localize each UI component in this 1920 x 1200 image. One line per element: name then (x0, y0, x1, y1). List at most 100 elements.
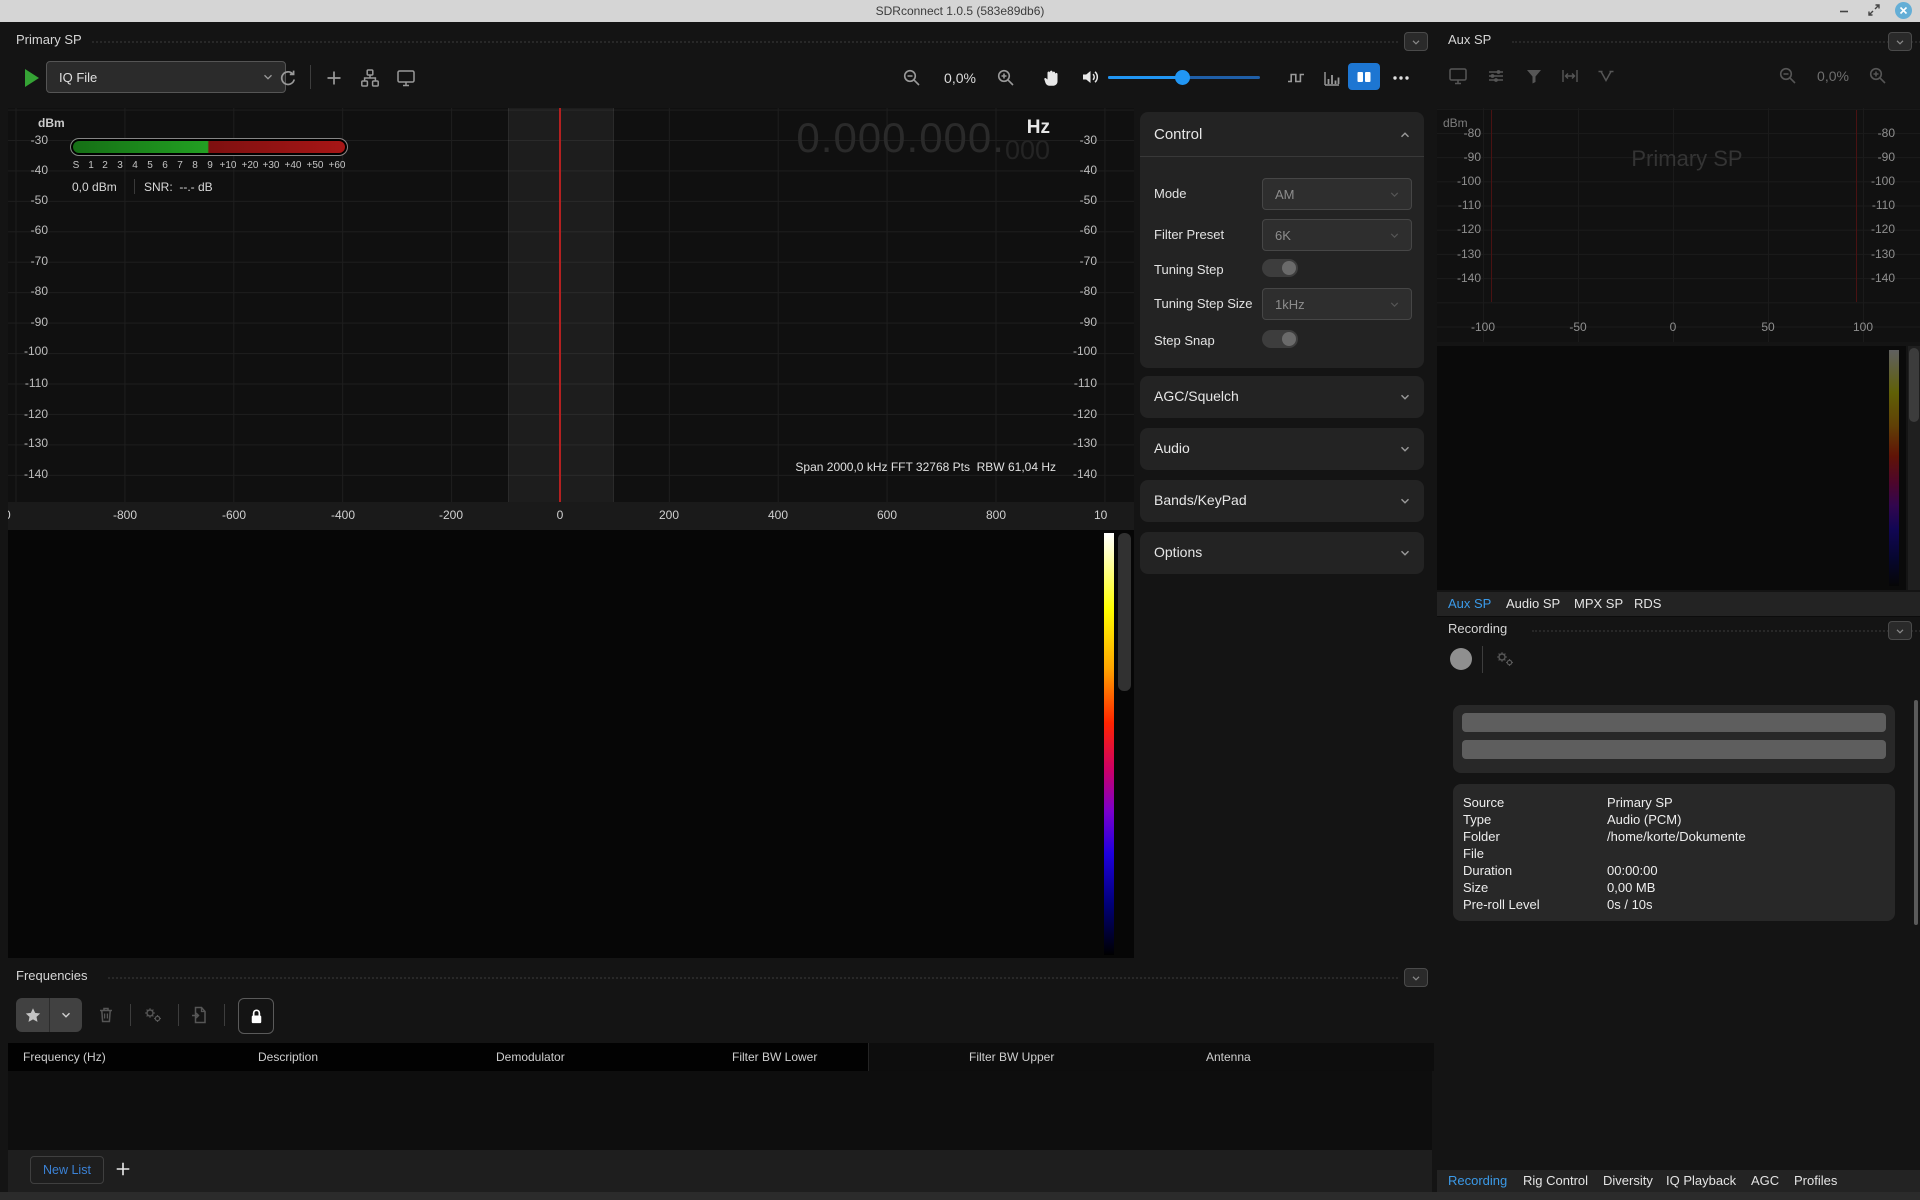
tab-rig-control[interactable]: Rig Control (1523, 1173, 1588, 1188)
refresh-button[interactable] (278, 68, 298, 88)
maximize-button[interactable] (1866, 2, 1882, 18)
record-button[interactable] (1450, 648, 1472, 670)
step-snap-toggle[interactable] (1262, 330, 1298, 348)
aux-span-button[interactable] (1560, 66, 1580, 86)
aux-settings-button[interactable] (1486, 66, 1506, 86)
tab-mpx-sp[interactable]: MPX SP (1574, 596, 1623, 611)
frequencies-collapse-button[interactable] (1404, 968, 1428, 987)
tab-audio-sp[interactable]: Audio SP (1506, 596, 1560, 611)
aux-scrollbar-track[interactable] (1908, 346, 1920, 590)
waveform-icon (1286, 68, 1306, 88)
filter-preset-label: Filter Preset (1154, 227, 1224, 242)
audio-section[interactable]: Audio (1140, 428, 1424, 470)
network-button[interactable] (360, 68, 380, 88)
filter-preset-select[interactable]: 6K (1262, 219, 1412, 251)
mode-select[interactable]: AM (1262, 178, 1412, 210)
tuning-step-size-select[interactable]: 1kHz (1262, 288, 1412, 320)
split-columns-icon (1354, 67, 1374, 87)
aux-zoom-in-button[interactable] (1868, 66, 1888, 86)
source-select[interactable]: IQ File (46, 61, 286, 93)
s-meter: S 1 2 3 4 5 6 7 8 9 +10 +20 +30 +40 +50 … (56, 136, 356, 206)
frequency-ruler[interactable]: 00 -800 -600 -400 -200 0 200 400 600 800… (8, 502, 1134, 530)
column-header[interactable]: Filter BW Lower (732, 1050, 817, 1064)
control-collapse-button[interactable] (1398, 128, 1412, 142)
tab-rds[interactable]: RDS (1634, 596, 1661, 611)
pan-button[interactable] (1042, 66, 1064, 88)
favorite-split-button[interactable] (16, 998, 82, 1032)
lock-icon (247, 1007, 266, 1026)
primary-sp-collapse-button[interactable] (1404, 32, 1428, 51)
zoom-in-button[interactable] (996, 68, 1016, 88)
add-list-button[interactable] (114, 1160, 132, 1178)
frequency-display[interactable]: 0.000.000. Hz 000 (796, 114, 1050, 166)
info-value: 0s / 10s (1607, 897, 1653, 912)
tab-profiles[interactable]: Profiles (1794, 1173, 1837, 1188)
filter-passband[interactable] (508, 108, 614, 502)
agc-squelch-section[interactable]: AGC/Squelch (1140, 376, 1424, 418)
play-button[interactable] (22, 67, 42, 89)
more-options-button[interactable] (1390, 69, 1412, 87)
minimize-button[interactable] (1836, 3, 1852, 19)
iq-view-button[interactable] (1286, 68, 1306, 88)
tuning-step-toggle[interactable] (1262, 259, 1298, 277)
toolbar-separator (178, 1004, 179, 1026)
options-section[interactable]: Options (1140, 532, 1424, 574)
record-settings-button[interactable] (1494, 649, 1516, 669)
freq-tick: -400 (321, 508, 365, 522)
tab-iq-playback[interactable]: IQ Playback (1666, 1173, 1736, 1188)
column-header[interactable]: Antenna (1206, 1050, 1251, 1064)
close-button[interactable] (1895, 2, 1912, 19)
tab-agc[interactable]: AGC (1751, 1173, 1779, 1188)
tab-recording[interactable]: Recording (1448, 1173, 1507, 1188)
spectrum-view-button[interactable] (1322, 68, 1342, 88)
control-section-title: Control (1154, 126, 1202, 143)
waterfall-scrollbar[interactable] (1118, 533, 1131, 691)
add-button[interactable] (324, 68, 344, 88)
frequency-settings-button[interactable] (142, 1005, 164, 1025)
aux-zoom-out-button[interactable] (1778, 66, 1798, 86)
new-list-tab[interactable]: New List (30, 1156, 104, 1184)
waterfall-display[interactable] (8, 530, 1134, 958)
aux-scrollbar-thumb[interactable] (1909, 348, 1919, 422)
info-value: 0,00 MB (1607, 880, 1655, 895)
aux-spectrum-display[interactable]: dBm Primary SP -80 -90 -100 -110 -120 -1… (1437, 108, 1920, 342)
tab-aux-sp[interactable]: Aux SP (1448, 596, 1491, 611)
spectrum-display[interactable]: dBm -30 -40 -50 -60 -70 -80 -90 -100 -11… (8, 108, 1134, 502)
chevron-down-icon (59, 1008, 73, 1022)
aux-filter-button[interactable] (1524, 66, 1544, 86)
freq-tick: 00 (8, 508, 26, 522)
aux-waterfall-display[interactable] (1437, 346, 1906, 590)
favorite-button[interactable] (16, 998, 50, 1032)
recording-scrollbar[interactable] (1914, 700, 1918, 925)
info-label: Duration (1463, 863, 1512, 878)
column-header[interactable]: Description (258, 1050, 318, 1064)
s-meter-tick: +30 (260, 160, 282, 171)
freq-tick: 200 (647, 508, 691, 522)
favorite-dropdown-button[interactable] (50, 998, 82, 1032)
lock-list-button[interactable] (238, 998, 274, 1034)
display-button[interactable] (396, 68, 416, 88)
frequency-table-body[interactable] (8, 1071, 1432, 1150)
aux-sp-collapse-button[interactable] (1888, 32, 1912, 51)
tune-line[interactable] (559, 108, 561, 502)
delete-frequency-button[interactable] (96, 1005, 116, 1025)
volume-slider[interactable] (1108, 76, 1260, 79)
zoom-out-button[interactable] (902, 68, 922, 88)
column-header[interactable]: Filter BW Upper (969, 1050, 1054, 1064)
db-axis-label: -130 (1051, 436, 1097, 450)
aux-bandpass-button[interactable] (1596, 66, 1616, 86)
volume-button[interactable] (1080, 67, 1102, 87)
column-header[interactable]: Frequency (Hz) (23, 1050, 106, 1064)
tab-diversity[interactable]: Diversity (1603, 1173, 1653, 1188)
aux-db-label: -120 (1443, 222, 1481, 236)
volume-slider-thumb[interactable] (1175, 70, 1190, 85)
hand-icon (1042, 66, 1064, 88)
import-list-button[interactable] (190, 1005, 210, 1025)
aux-freq-tick: 100 (1843, 320, 1883, 334)
column-header[interactable]: Demodulator (496, 1050, 565, 1064)
recording-collapse-button[interactable] (1888, 621, 1912, 640)
bands-keypad-section[interactable]: Bands/KeyPad (1140, 480, 1424, 522)
aux-display-button[interactable] (1448, 66, 1468, 86)
split-view-button[interactable] (1348, 63, 1380, 90)
aux-freq-tick: -50 (1558, 320, 1598, 334)
